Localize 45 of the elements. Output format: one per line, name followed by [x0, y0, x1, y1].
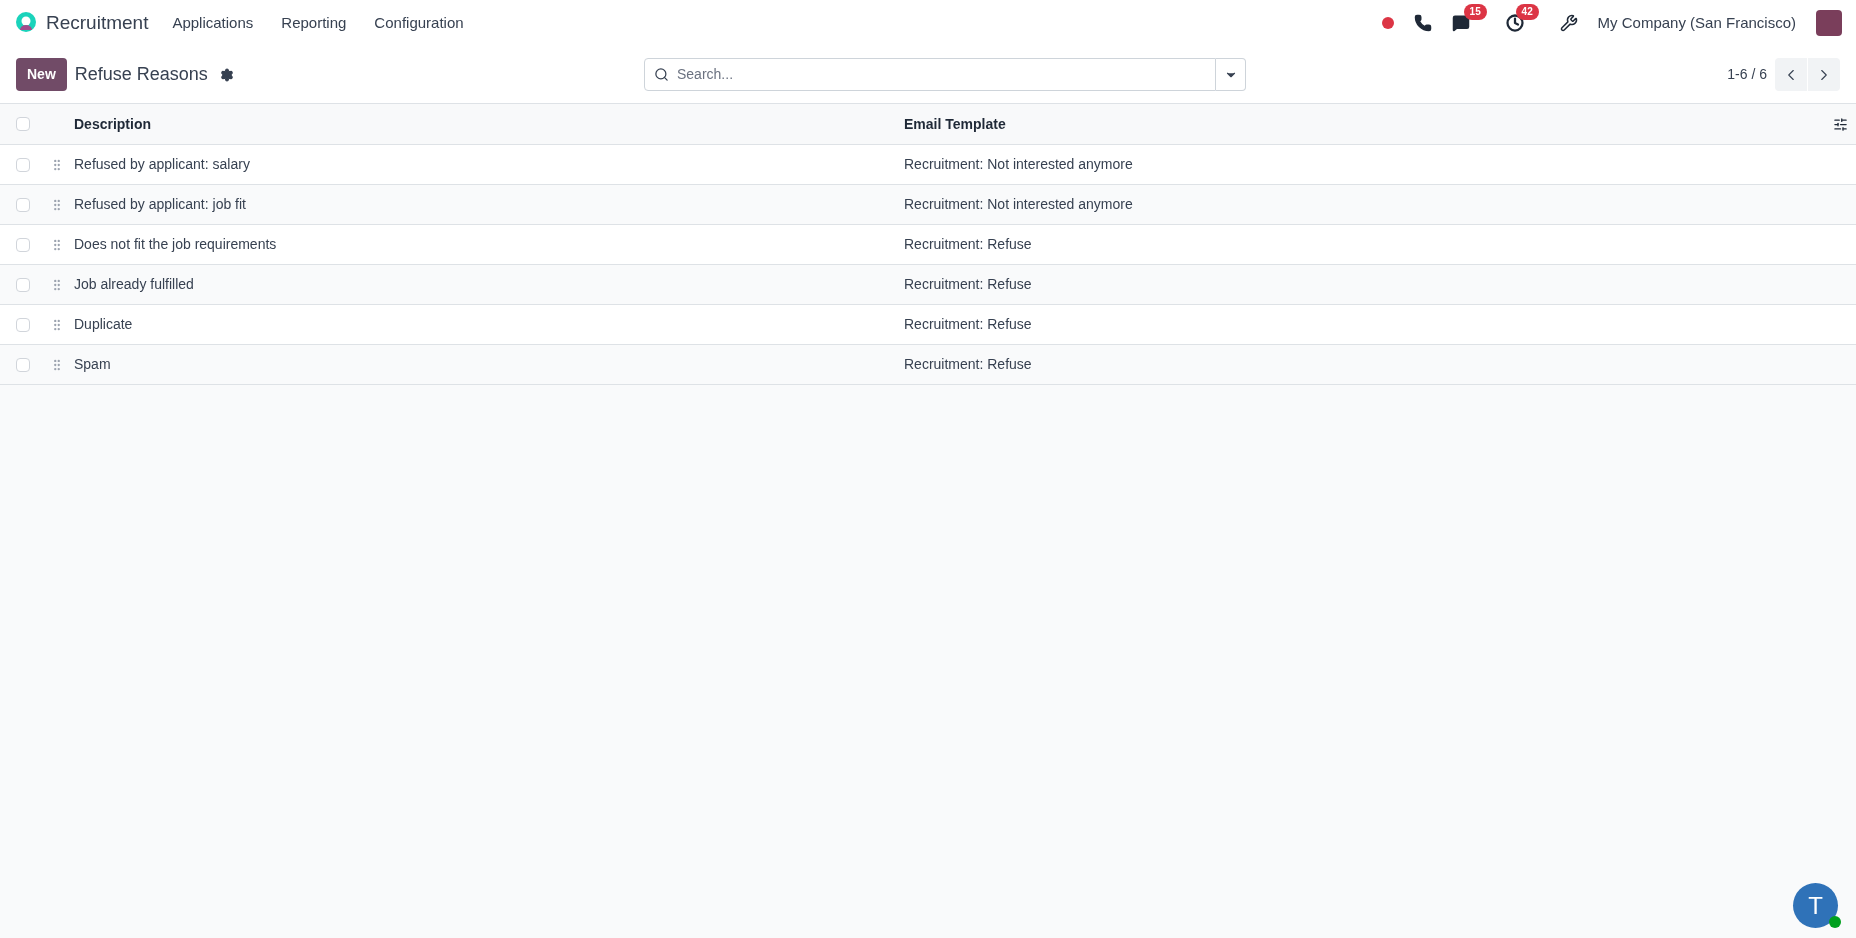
table-cell-text: Spam [74, 355, 112, 374]
activities-badge: 42 [1515, 4, 1539, 20]
clock-icon[interactable] [1505, 14, 1524, 32]
app-name[interactable]: Recruitment [46, 8, 149, 38]
table-cell-text: Recruitment: Refuse [904, 315, 1033, 334]
company-name[interactable]: My Company (San Francisco) [1597, 11, 1796, 35]
row-checkbox[interactable] [16, 237, 30, 252]
page-title: Refuse Reasons [74, 63, 208, 86]
chat-icon[interactable] [1451, 14, 1470, 32]
column-header[interactable]: Description [74, 113, 904, 135]
row-checkbox[interactable] [16, 197, 30, 212]
tools-icon[interactable] [1559, 14, 1578, 32]
table-cell-text: Job already fulfilled [74, 275, 195, 294]
table-cell-text: Does not fit the job requirements [74, 235, 278, 254]
table-cell-text: Recruitment: Refuse [904, 275, 1033, 294]
previous-button[interactable] [1775, 58, 1807, 91]
table-cell-text: Duplicate [74, 315, 134, 334]
table-cell-text: Refused by applicant: salary [74, 155, 251, 174]
column-settings-icon[interactable] [1833, 116, 1848, 132]
chat-bubble[interactable]: T [1793, 883, 1838, 928]
next-button[interactable] [1808, 58, 1840, 91]
search-icon [654, 67, 669, 82]
row-checkbox[interactable] [16, 357, 30, 372]
app-logo-icon [14, 11, 38, 35]
table-cell-text: Recruitment: Refuse [904, 355, 1033, 374]
table-cell-text: Recruitment: Not interested anymore [904, 195, 1134, 214]
menu-item[interactable]: Reporting [277, 11, 351, 35]
user-avatar[interactable] [1816, 10, 1842, 36]
phone-icon[interactable] [1413, 14, 1432, 32]
table-cell-text: Recruitment: Refuse [904, 235, 1033, 254]
select-all-checkbox[interactable] [16, 117, 30, 131]
settings-icon[interactable] [219, 67, 234, 82]
row-checkbox[interactable] [16, 277, 30, 292]
table-cell-text: Recruitment: Not interested anymore [904, 155, 1134, 174]
menu-item[interactable]: Configuration [370, 11, 468, 35]
new-button[interactable]: New [16, 58, 67, 91]
pager-value: 1-6 / 6 [1727, 65, 1767, 84]
table-cell-text: Refused by applicant: job fit [74, 195, 247, 214]
row-checkbox[interactable] [16, 317, 30, 332]
search-options-button[interactable] [1216, 58, 1246, 91]
menu-item[interactable]: Applications [168, 11, 258, 35]
search-field[interactable]: Search... [644, 58, 1216, 91]
messages-badge: 15 [1463, 4, 1487, 20]
column-header[interactable]: Email Template [904, 113, 1833, 135]
row-checkbox[interactable] [16, 157, 30, 172]
